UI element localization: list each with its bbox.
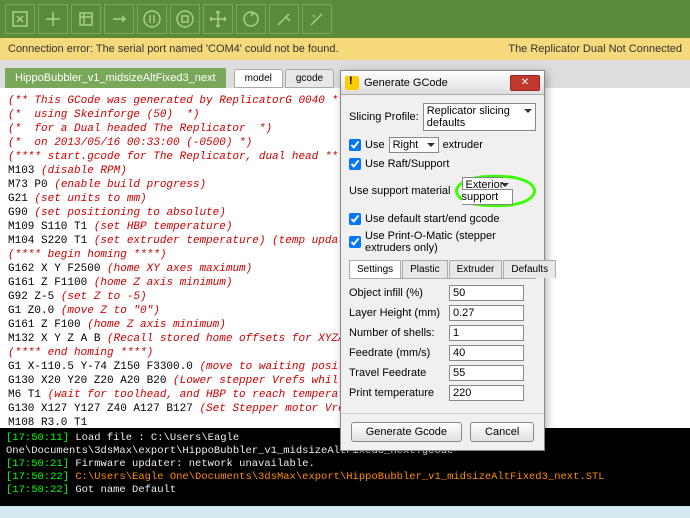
tab-extruder[interactable]: Extruder [449, 260, 503, 278]
extruder-side-select[interactable]: Right [389, 137, 439, 153]
dialog-title: Generate GCode [364, 77, 448, 89]
tab-model[interactable]: model [234, 69, 283, 88]
support-material-label: Use support material [349, 185, 451, 197]
slicing-profile-select[interactable]: Replicator slicing defaults [423, 103, 536, 131]
generate-gcode-dialog: Generate GCode ✕ Slicing Profile: Replic… [340, 70, 545, 451]
feedrate-input[interactable] [449, 345, 524, 361]
default-start-end-check[interactable] [349, 213, 361, 225]
use-raft-check[interactable] [349, 158, 361, 170]
cancel-button[interactable]: Cancel [470, 422, 534, 442]
refresh-btn[interactable] [236, 4, 266, 34]
connection-status: The Replicator Dual Not Connected [508, 43, 682, 55]
print-o-matic-check[interactable] [349, 236, 361, 248]
layer-height-input[interactable] [449, 305, 524, 321]
main-toolbar [0, 0, 690, 38]
use-extruder-check[interactable] [349, 139, 361, 151]
highlight-annotation: Exterior support [455, 175, 537, 207]
infill-input[interactable] [449, 285, 524, 301]
warning-icon [345, 76, 359, 90]
close-icon[interactable]: ✕ [510, 75, 540, 91]
move-btn[interactable] [203, 4, 233, 34]
tool-btn-3[interactable] [71, 4, 101, 34]
error-message: Connection error: The serial port named … [8, 43, 339, 55]
tab-defaults[interactable]: Defaults [503, 260, 556, 278]
pause-btn[interactable] [137, 4, 167, 34]
tab-gcode[interactable]: gcode [285, 69, 334, 88]
generate-gcode-button[interactable]: Generate Gcode [351, 422, 462, 442]
error-bar: Connection error: The serial port named … [0, 38, 690, 60]
stop-btn[interactable] [170, 4, 200, 34]
tool-btn-2[interactable] [38, 4, 68, 34]
tool-btn-9[interactable] [269, 4, 299, 34]
support-material-select[interactable]: Exterior support [462, 177, 514, 205]
travel-feedrate-input[interactable] [449, 365, 524, 381]
print-temp-input[interactable] [449, 385, 524, 401]
slicing-profile-label: Slicing Profile: [349, 111, 419, 123]
shells-input[interactable] [449, 325, 524, 341]
tab-settings[interactable]: Settings [349, 260, 401, 278]
file-name-label: HippoBubbler_v1_midsizeAltFixed3_next [5, 68, 226, 88]
tool-btn-10[interactable] [302, 4, 332, 34]
tool-btn-1[interactable] [5, 4, 35, 34]
tab-plastic[interactable]: Plastic [402, 260, 447, 278]
tool-btn-4[interactable] [104, 4, 134, 34]
